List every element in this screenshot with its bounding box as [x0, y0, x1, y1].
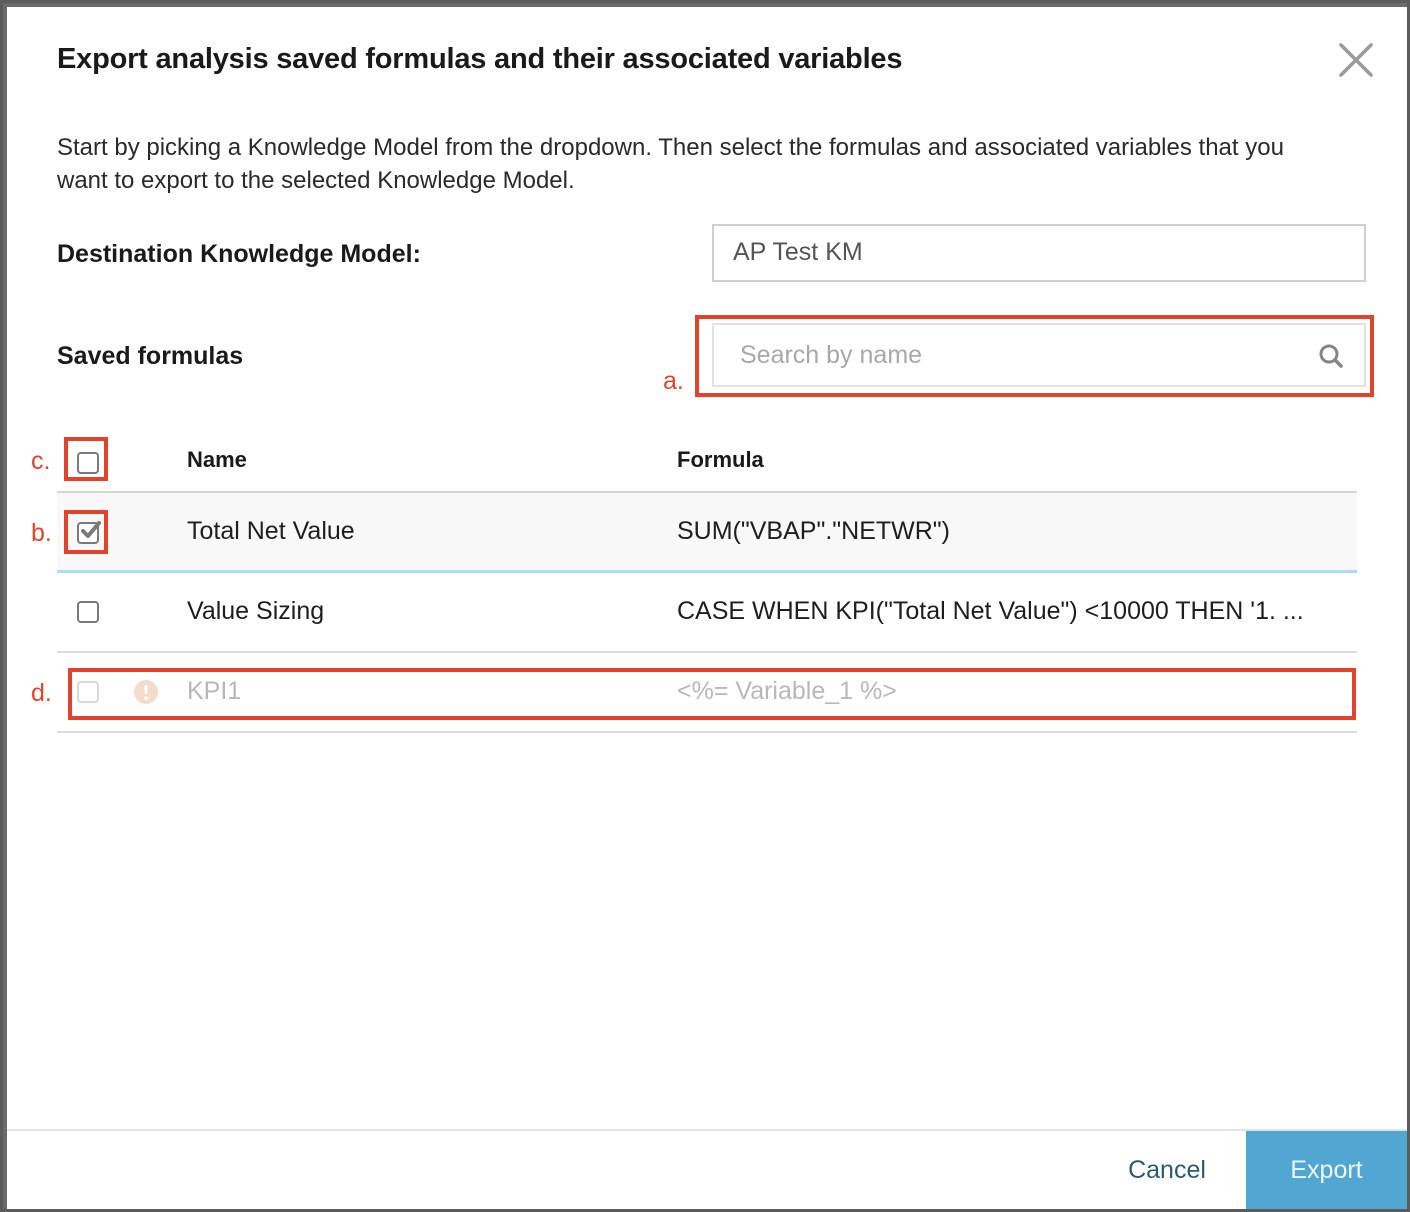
- annotation-label-a: a.: [663, 367, 684, 395]
- annotation-label-c: c.: [31, 447, 51, 475]
- close-icon: [1339, 43, 1373, 77]
- formula-name: KPI1: [187, 677, 242, 705]
- search-input[interactable]: [714, 325, 1304, 385]
- formula-expression: CASE WHEN KPI("Total Net Value") <10000 …: [677, 597, 1304, 625]
- checkmark-icon: [81, 521, 101, 538]
- saved-formulas-label: Saved formulas: [57, 342, 244, 370]
- table-row[interactable]: Value Sizing CASE WHEN KPI("Total Net Va…: [57, 573, 1357, 653]
- search-field: [712, 323, 1366, 387]
- table-row[interactable]: Total Net Value SUM("VBAP"."NETWR"): [57, 493, 1357, 573]
- annotation-label-b: b.: [31, 519, 52, 547]
- formula-expression: SUM("VBAP"."NETWR"): [677, 517, 950, 545]
- annotation-label-d: d.: [31, 679, 52, 707]
- screen-frame: Export analysis saved formulas and their…: [0, 0, 1410, 1212]
- warning-icon: [134, 680, 158, 704]
- select-all-checkbox[interactable]: [77, 452, 99, 474]
- column-header-name: Name: [187, 447, 247, 472]
- dialog-footer: Cancel Export: [7, 1129, 1407, 1209]
- column-header-formula: Formula: [677, 447, 764, 472]
- search-icon[interactable]: [1318, 343, 1344, 369]
- dialog-description: Start by picking a Knowledge Model from …: [57, 134, 1284, 194]
- destination-km-value: AP Test KM: [733, 238, 863, 266]
- destination-km-label: Destination Knowledge Model:: [57, 240, 421, 268]
- row-checkbox-checked[interactable]: [77, 521, 101, 544]
- formula-name: Total Net Value: [187, 517, 355, 545]
- close-button[interactable]: [1337, 41, 1375, 79]
- export-button[interactable]: Export: [1246, 1131, 1407, 1209]
- formula-name: Value Sizing: [187, 597, 325, 625]
- table-row-disabled: KPI1 <%= Variable_1 %>: [57, 653, 1357, 733]
- cancel-button[interactable]: Cancel: [1097, 1131, 1237, 1209]
- export-formulas-dialog: Export analysis saved formulas and their…: [7, 7, 1407, 1209]
- destination-km-dropdown[interactable]: AP Test KM: [712, 224, 1366, 282]
- row-checkbox-disabled: [77, 681, 99, 703]
- row-checkbox[interactable]: [77, 601, 99, 623]
- formula-expression: <%= Variable_1 %>: [677, 677, 897, 705]
- table-header: Name Formula: [57, 437, 1357, 493]
- dialog-title: Export analysis saved formulas and their…: [57, 43, 903, 75]
